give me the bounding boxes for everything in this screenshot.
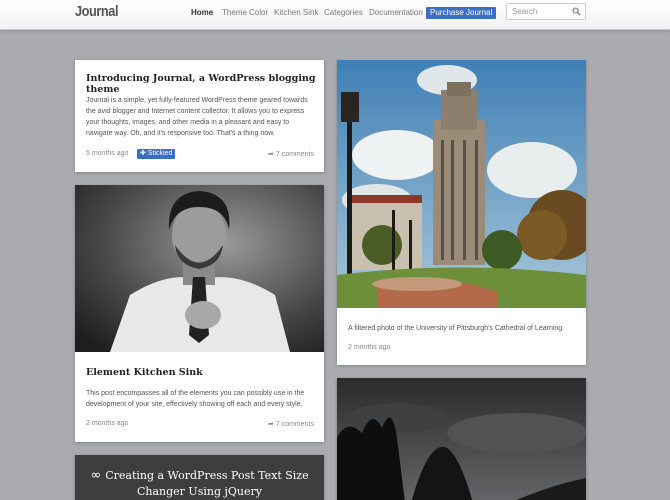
link-title-text: Creating a WordPress Post Text Size Chan… <box>105 469 309 498</box>
nav-categories[interactable]: Categories <box>324 7 363 19</box>
post-card-intro: Introducing Journal, a WordPress bloggin… <box>75 60 324 172</box>
landscape-photo[interactable] <box>337 378 586 500</box>
stickied-label: Stickied <box>147 150 173 157</box>
post-date[interactable]: 2 months ago <box>348 344 390 351</box>
nav-kitchen-sink[interactable]: Kitchen Sink <box>274 7 318 19</box>
site-header: Journal Home Theme Color Kitchen Sink Ca… <box>0 0 670 30</box>
nav-documentation[interactable]: Documentation <box>369 7 423 19</box>
post-title[interactable]: Element Kitchen Sink <box>86 367 203 378</box>
cathedral-photo[interactable] <box>337 60 586 308</box>
post-card-kitchen-sink: Element Kitchen Sink This post encompass… <box>75 185 324 442</box>
search-icon[interactable] <box>572 7 581 16</box>
share-arrow-icon: ➦ <box>268 151 274 158</box>
share-arrow-icon: ➦ <box>268 421 274 428</box>
photo-caption: A filtered photo of the University of Pi… <box>348 325 565 332</box>
purchase-journal-button[interactable]: Purchase Journal <box>426 7 497 19</box>
stickied-badge: ✚ Stickied <box>137 149 176 159</box>
post-date[interactable]: 5 months ago <box>86 150 128 157</box>
search-placeholder: Search <box>512 7 538 16</box>
post-title[interactable]: Introducing Journal, a WordPress bloggin… <box>86 73 318 95</box>
comments-count: 7 comments <box>275 151 314 158</box>
site-logo[interactable]: Journal <box>75 3 119 20</box>
comments-link[interactable]: ➦ 7 comments <box>268 420 314 428</box>
comments-count: 7 comments <box>275 421 314 428</box>
thumbs-up-icon: ✚ <box>140 150 146 157</box>
post-excerpt: Journal is a simple, yet fully-featured … <box>86 97 308 137</box>
post-excerpt: This post encompasses all of the element… <box>86 390 305 408</box>
link-post-title[interactable]: ∞ Creating a WordPress Post Text Size Cha… <box>75 468 324 500</box>
post-card-link[interactable]: ∞ Creating a WordPress Post Text Size Cha… <box>75 455 324 500</box>
comments-link[interactable]: ➦ 7 comments <box>268 150 314 158</box>
nav-theme-color[interactable]: Theme Color <box>222 7 268 19</box>
portrait-photo[interactable] <box>75 185 324 352</box>
nav-home[interactable]: Home <box>191 7 213 19</box>
post-date[interactable]: 2 months ago <box>86 420 128 427</box>
search-input[interactable]: Search <box>506 3 586 20</box>
infinity-link-icon: ∞ <box>90 468 102 483</box>
post-card-dark-photo <box>337 378 586 500</box>
post-card-photo: A filtered photo of the University of Pi… <box>337 60 586 365</box>
